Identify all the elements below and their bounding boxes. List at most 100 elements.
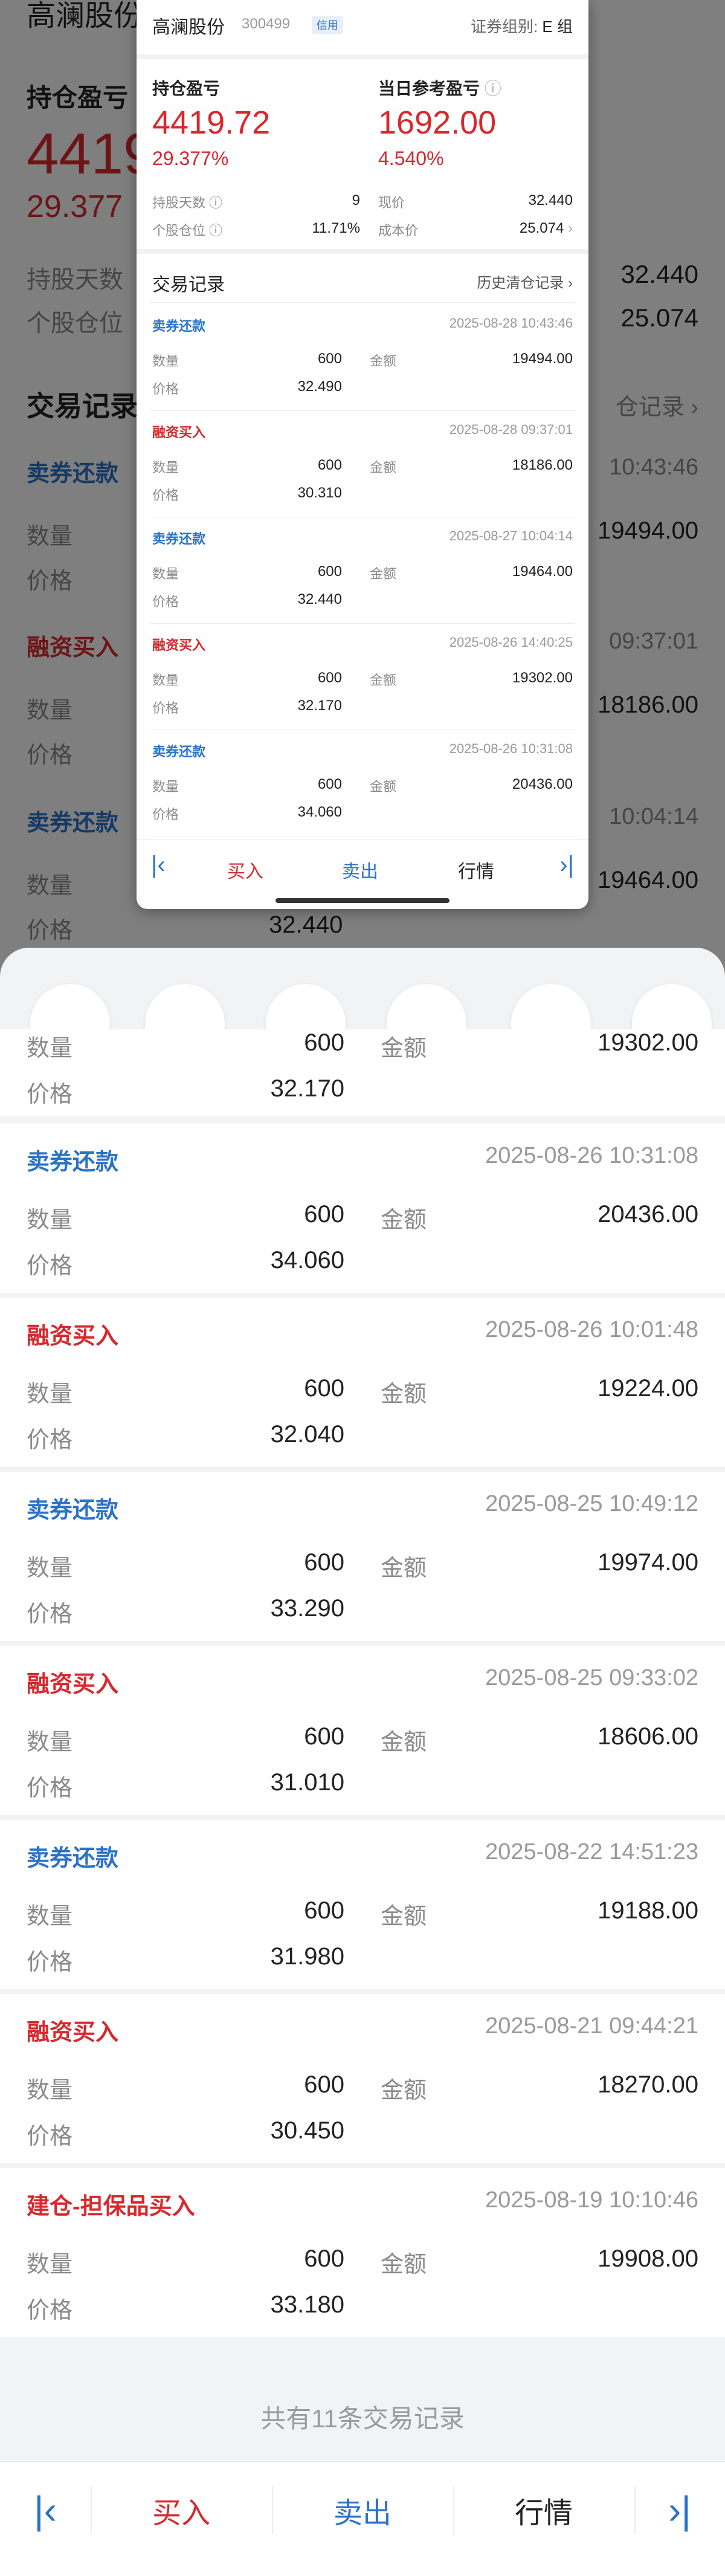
qty-value: 600 — [304, 1375, 344, 1402]
price-label: 价格 — [27, 2124, 73, 2149]
history-link[interactable]: 历史清仓记录 › — [477, 271, 573, 292]
qty-label: 数量 — [152, 673, 179, 688]
position-ratio-value: 11.71% — [312, 220, 360, 236]
price-value: 32.040 — [270, 1421, 344, 1448]
record-type: 卖券还款 — [152, 319, 206, 334]
divider — [150, 302, 575, 303]
amount-label: 金额 — [370, 460, 397, 475]
price-value: 33.180 — [270, 2291, 344, 2318]
amount-label: 金额 — [370, 354, 397, 369]
thumb-market-button[interactable]: 行情 — [458, 856, 494, 883]
first-page-icon[interactable]: |‹ — [0, 2462, 91, 2558]
price-label: 价格 — [27, 2298, 73, 2323]
amount-value: 19908.00 — [598, 2245, 698, 2272]
last-page-icon[interactable]: ›| — [559, 852, 574, 879]
record-time: 2025-08-26 10:31:08 — [485, 1143, 698, 1168]
trade-record[interactable]: 卖券还款 2025-08-22 14:51:23 数量 600 金额 19188.00 价格… — [0, 1820, 725, 1989]
record-type: 卖券还款 — [152, 744, 206, 759]
price-label: 价格 — [27, 1254, 73, 1279]
daily-pl-value: 1692.00 — [378, 105, 497, 141]
qty-label: 数量 — [27, 1036, 73, 1061]
record-time: 2025-08-26 10:01:48 — [485, 1317, 698, 1342]
price-label: 价格 — [152, 381, 179, 396]
thumb-record-row[interactable]: 卖券还款 2025-08-27 10:04:14 数量 600 金额 19464.00 价格… — [137, 517, 588, 624]
price-label: 价格 — [27, 1082, 73, 1107]
screenshot-thumbnail[interactable]: 高澜股份 300499 信用 证券组别: E 组 持仓盈亏 4419.72 29… — [137, 0, 588, 909]
qty-label: 数量 — [27, 1556, 73, 1581]
stock-name: 高澜股份 — [152, 18, 225, 37]
chevron-right-icon: › — [568, 275, 573, 291]
trade-record[interactable]: 卖券还款 2025-08-26 10:31:08 数量 600 金额 20436.00 价格… — [0, 1124, 725, 1293]
amount-label: 金额 — [381, 2078, 427, 2103]
record-type: 建仓-担保品买入 — [27, 2194, 195, 2219]
price-value: 34.060 — [297, 804, 342, 820]
price-label: 价格 — [152, 488, 179, 503]
record-type: 融资买入 — [27, 1324, 119, 1349]
qty-label: 数量 — [27, 2078, 73, 2103]
current-price-value: 32.440 — [528, 192, 573, 209]
amount-value: 19188.00 — [598, 1897, 698, 1924]
cost-label: 成本价 — [378, 223, 419, 238]
amount-label: 金额 — [370, 566, 397, 581]
qty-label: 数量 — [152, 460, 179, 475]
thumb-record-row[interactable]: 融资买入 2025-08-28 09:37:01 数量 600 金额 18186.00 价格… — [137, 411, 588, 517]
qty-value: 600 — [304, 1549, 344, 1576]
qty-value: 600 — [317, 563, 342, 580]
price-value: 31.010 — [270, 1769, 344, 1796]
home-indicator — [276, 898, 450, 903]
amount-label: 金额 — [381, 1382, 427, 1407]
qty-value: 600 — [317, 457, 342, 473]
amount-value: 19974.00 — [598, 1549, 698, 1576]
info-icon: ⓘ — [209, 223, 223, 238]
daily-pl-label: 当日参考盈亏 ⓘ — [378, 79, 501, 98]
amount-value: 20436.00 — [512, 776, 573, 792]
stock-code: 300499 — [242, 16, 291, 32]
qty-label: 数量 — [27, 1904, 73, 1929]
thumb-sell-button[interactable]: 卖出 — [342, 856, 378, 883]
qty-value: 600 — [304, 2071, 344, 2098]
qty-value: 600 — [304, 1201, 344, 1228]
record-type: 卖券还款 — [27, 1150, 119, 1175]
trade-record[interactable]: 融资买入 2025-08-26 10:01:48 数量 600 金额 19224.00 价格… — [0, 1298, 725, 1467]
price-value: 30.450 — [270, 2117, 344, 2144]
record-time: 2025-08-28 10:43:46 — [449, 316, 573, 331]
share-sheet: 数量 600 金额 19302.00 价格 32.170 卖券还款 2025-08… — [0, 948, 725, 2576]
info-icon[interactable]: ⓘ — [485, 79, 501, 98]
amount-label: 金额 — [381, 1730, 427, 1755]
trade-record[interactable]: 融资买入 2025-08-21 09:44:21 数量 600 金额 18270.00 价格… — [0, 1994, 725, 2163]
thumb-record-row[interactable]: 卖券还款 2025-08-26 10:31:08 数量 600 金额 20436.00 价格… — [137, 730, 588, 837]
price-label: 价格 — [27, 1602, 73, 1627]
trade-record[interactable]: 融资买入 2025-08-25 09:33:02 数量 600 金额 18606.00 价格… — [0, 1646, 725, 1815]
last-page-icon[interactable]: ›| — [634, 2462, 725, 2558]
thumb-record-row[interactable]: 卖券还款 2025-08-28 10:43:46 数量 600 金额 19494.00 价格… — [137, 305, 588, 411]
trade-record-partial[interactable]: 数量 600 金额 19302.00 价格 32.170 — [0, 1029, 725, 1116]
market-button[interactable]: 行情 — [453, 2462, 634, 2558]
group-label: 证券组别: E 组 — [470, 18, 573, 36]
price-value: 32.440 — [297, 591, 342, 607]
amount-label: 金额 — [381, 1036, 427, 1061]
hold-days-value: 9 — [352, 192, 360, 209]
divider — [150, 836, 575, 837]
trade-record[interactable]: 建仓-担保品买入 2025-08-19 10:10:46 数量 600 金额 19908.… — [0, 2168, 725, 2337]
trade-record[interactable]: 卖券还款 2025-08-25 10:49:12 数量 600 金额 19974.00 价格… — [0, 1472, 725, 1641]
price-label: 价格 — [152, 594, 179, 609]
qty-value: 600 — [317, 670, 342, 686]
amount-value: 18186.00 — [512, 457, 573, 473]
thumb-record-row[interactable]: 融资买入 2025-08-26 14:40:25 数量 600 金额 19302.00 价格… — [137, 624, 588, 730]
sell-button[interactable]: 卖出 — [272, 2462, 453, 2558]
amount-label: 金额 — [370, 779, 397, 794]
record-time: 2025-08-26 10:31:08 — [449, 741, 573, 756]
amount-label: 金额 — [381, 1556, 427, 1581]
record-time: 2025-08-27 10:04:14 — [449, 528, 573, 543]
qty-value: 600 — [317, 351, 342, 367]
info-icon: ⓘ — [209, 195, 223, 210]
chevron-right-icon: › — [568, 220, 573, 236]
position-pl-pct: 29.377% — [152, 147, 229, 169]
amount-value: 19494.00 — [512, 351, 573, 367]
amount-value: 18606.00 — [598, 1723, 698, 1750]
buy-button[interactable]: 买入 — [91, 2462, 272, 2558]
record-time: 2025-08-26 14:40:25 — [449, 635, 573, 650]
first-page-icon[interactable]: |‹ — [151, 852, 166, 879]
thumb-buy-button[interactable]: 买入 — [227, 856, 263, 883]
record-type: 融资买入 — [152, 638, 206, 653]
